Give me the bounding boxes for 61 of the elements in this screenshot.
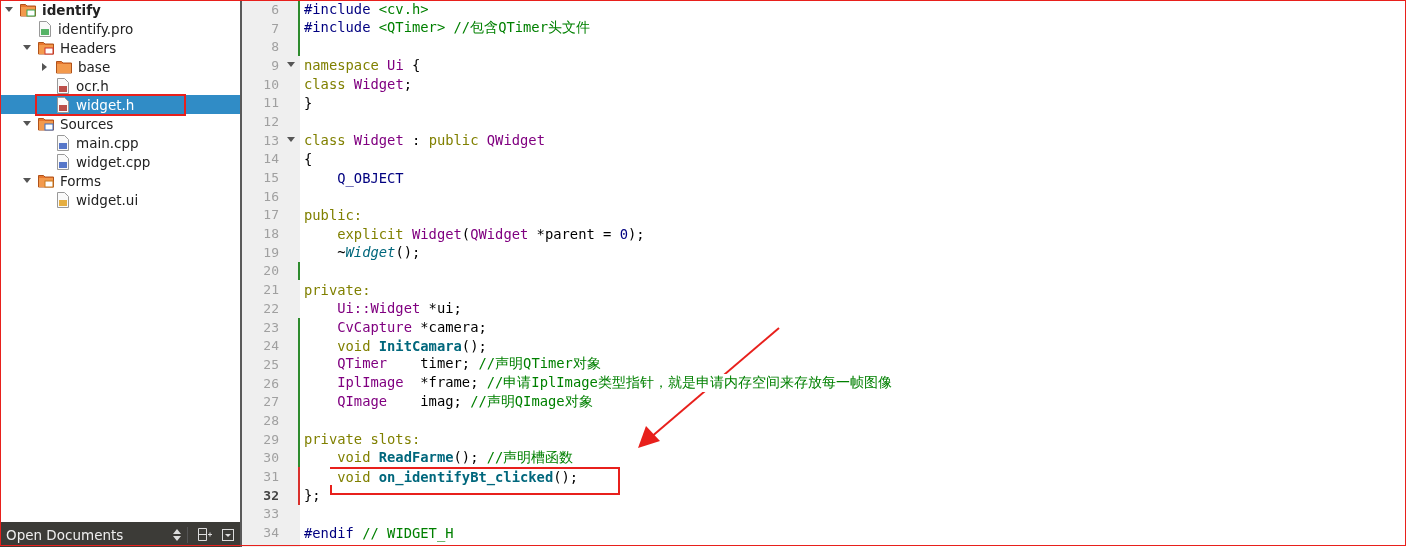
close-panel-icon[interactable] <box>222 528 234 541</box>
line-number: 24 <box>262 338 280 354</box>
tree-item[interactable]: widget.ui <box>0 190 240 209</box>
line-number: 26 <box>262 375 280 391</box>
file-icon <box>56 77 70 94</box>
expand-arrow-icon[interactable] <box>23 44 31 51</box>
folder-icon <box>56 59 72 74</box>
line-number: 27 <box>262 394 280 410</box>
line-number: 28 <box>262 412 280 428</box>
line-number: 10 <box>262 76 280 92</box>
expand-arrow-icon[interactable] <box>23 120 31 127</box>
expand-arrow-icon[interactable] <box>5 6 13 13</box>
line-number: 19 <box>262 244 280 260</box>
line-number: 6 <box>270 1 280 17</box>
tree-item[interactable]: ocr.h <box>0 76 240 95</box>
line-number: 14 <box>262 151 280 167</box>
tree-item[interactable]: Sources <box>0 114 240 133</box>
folder-icon <box>38 40 54 55</box>
line-number: 9 <box>270 57 280 73</box>
tree-item[interactable]: Headers <box>0 38 240 57</box>
line-number: 17 <box>262 207 280 223</box>
line-number: 29 <box>262 431 280 447</box>
fold-arrow-icon[interactable] <box>286 137 295 144</box>
panel-selector[interactable]: Open Documents <box>6 526 188 543</box>
line-number: 21 <box>262 282 280 298</box>
tree-item[interactable]: identify.pro <box>0 19 240 38</box>
line-number: 16 <box>262 188 280 204</box>
file-icon <box>56 96 70 113</box>
tree-item[interactable]: Forms <box>0 171 240 190</box>
up-down-icon <box>173 528 181 541</box>
line-number: 25 <box>262 356 280 372</box>
file-icon <box>56 153 70 170</box>
line-number: 7 <box>270 20 280 36</box>
line-number: 15 <box>262 170 280 186</box>
line-number: 23 <box>262 319 280 335</box>
file-icon <box>56 191 70 208</box>
line-number: 33 <box>262 506 280 522</box>
line-number: 22 <box>262 300 280 316</box>
split-icon[interactable] <box>198 528 212 541</box>
tree-item[interactable]: base <box>0 57 240 76</box>
tree-item[interactable]: identify <box>0 0 240 19</box>
tree-item[interactable]: widget.cpp <box>0 152 240 171</box>
line-number: 18 <box>262 226 280 242</box>
folder-icon <box>38 116 54 131</box>
fold-arrow-icon[interactable] <box>286 62 295 69</box>
expand-arrow-icon[interactable] <box>23 177 31 184</box>
line-number: 11 <box>262 95 280 111</box>
tree-item[interactable]: main.cpp <box>0 133 240 152</box>
file-icon <box>56 134 70 151</box>
tree-item[interactable]: widget.h <box>0 95 240 114</box>
line-number: 32 <box>262 487 280 503</box>
collapse-arrow-icon[interactable] <box>42 62 48 71</box>
line-number: 30 <box>262 450 280 466</box>
line-number: 20 <box>262 263 280 279</box>
line-number: 12 <box>262 113 280 129</box>
line-number: 31 <box>262 469 280 485</box>
file-icon <box>38 20 52 37</box>
folder-icon <box>38 173 54 188</box>
line-number: 13 <box>262 132 280 148</box>
line-number: 8 <box>270 39 280 55</box>
line-number: 34 <box>262 525 280 541</box>
